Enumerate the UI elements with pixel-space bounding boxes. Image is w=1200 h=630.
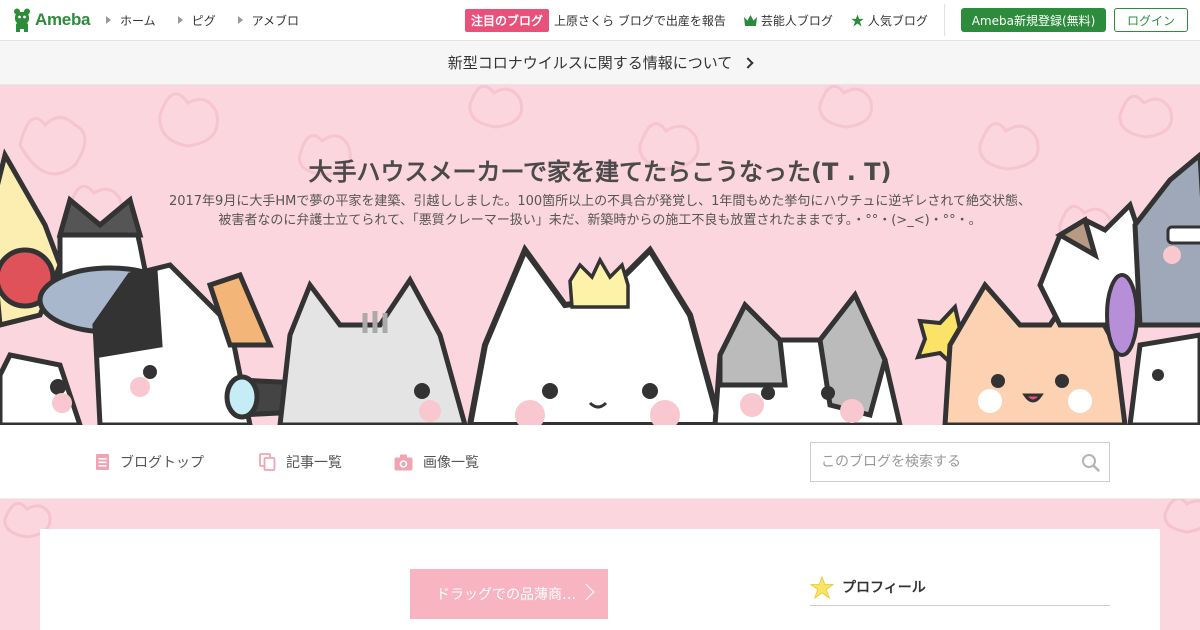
- nav-ameblo-label: アメブロ: [251, 13, 300, 28]
- image-list-link[interactable]: 画像一覧: [394, 452, 479, 472]
- document-icon: [96, 454, 109, 470]
- profile-section-title: プロフィール: [810, 569, 1110, 606]
- blog-search-box: [810, 442, 1110, 482]
- triangle-right-icon: [177, 16, 183, 24]
- popular-blog-label: 人気ブログ: [867, 13, 928, 28]
- blog-nav: ブログトップ 記事一覧 画像一覧: [0, 425, 1200, 499]
- star-icon: [851, 14, 864, 26]
- copy-icon: [259, 453, 276, 471]
- focus-blog-link[interactable]: 上原さくら ブログで出産を報告: [554, 12, 726, 29]
- article-list-link[interactable]: 記事一覧: [259, 452, 342, 472]
- nav-pigg-link[interactable]: ピグ: [177, 12, 216, 29]
- triangle-right-icon: [106, 16, 111, 24]
- star-icon: [810, 575, 834, 599]
- nav-ameblo-link[interactable]: アメブロ: [237, 12, 300, 29]
- nav-home-link[interactable]: ホーム: [106, 12, 156, 29]
- blog-top-label: ブログトップ: [120, 455, 204, 471]
- nav-home-label: ホーム: [120, 13, 156, 28]
- ameba-logo[interactable]: Ameba: [12, 8, 90, 32]
- crown-icon: [743, 14, 757, 26]
- article-list-label: 記事一覧: [286, 455, 342, 471]
- chevron-right-icon: [577, 583, 595, 601]
- login-button[interactable]: ログイン: [1114, 8, 1188, 32]
- ameba-mascot-icon: [14, 8, 30, 32]
- global-header: Ameba ホーム ピグ アメブロ 注目のブログ 上原さくら ブログで出産を報告…: [0, 0, 1200, 41]
- global-nav: ホーム ピグ アメブロ: [106, 0, 321, 40]
- blog-title[interactable]: 大手ハウスメーカーで家を建てたらこうなった(T . T): [0, 152, 1200, 187]
- chevron-right-icon: [742, 56, 754, 69]
- celebrity-blog-link[interactable]: 芸能人ブログ: [743, 12, 833, 29]
- blog-top-link[interactable]: ブログトップ: [95, 452, 204, 472]
- popular-blog-link[interactable]: 人気ブログ: [851, 12, 928, 29]
- camera-icon: [394, 454, 413, 470]
- focus-blog-badge: 注目のブログ: [465, 8, 550, 32]
- blog-header-image: 大手ハウスメーカーで家を建てたらこうなった(T . T) 2017年9月に大手H…: [0, 85, 1200, 425]
- triangle-right-icon: [237, 16, 243, 24]
- blog-search-input[interactable]: [811, 443, 1071, 481]
- notice-text: 新型コロナウイルスに関する情報について: [447, 54, 733, 72]
- next-article-button[interactable]: ドラッグでの品薄商…: [410, 569, 608, 619]
- celebrity-blog-label: 芸能人ブログ: [760, 13, 833, 28]
- next-article-label: ドラッグでの品薄商…: [436, 587, 576, 603]
- nav-pigg-label: ピグ: [191, 13, 216, 28]
- covid-notice-link[interactable]: 新型コロナウイルスに関する情報について: [0, 41, 1200, 85]
- search-icon[interactable]: [1081, 453, 1100, 472]
- logo-text: Ameba: [35, 10, 91, 29]
- header-divider: [944, 4, 945, 36]
- profile-title-label: プロフィール: [842, 580, 926, 596]
- featured-nav: 注目のブログ 上原さくら ブログで出産を報告 芸能人ブログ 人気ブログ: [465, 0, 946, 40]
- blog-description: 2017年9月に大手HMで夢の平家を建築、引越ししました。100箇所以上の不具合…: [168, 194, 1032, 228]
- register-button[interactable]: Ameba新規登録(無料): [961, 8, 1106, 32]
- cat-characters-illustration: [0, 148, 1200, 425]
- image-list-label: 画像一覧: [423, 455, 479, 471]
